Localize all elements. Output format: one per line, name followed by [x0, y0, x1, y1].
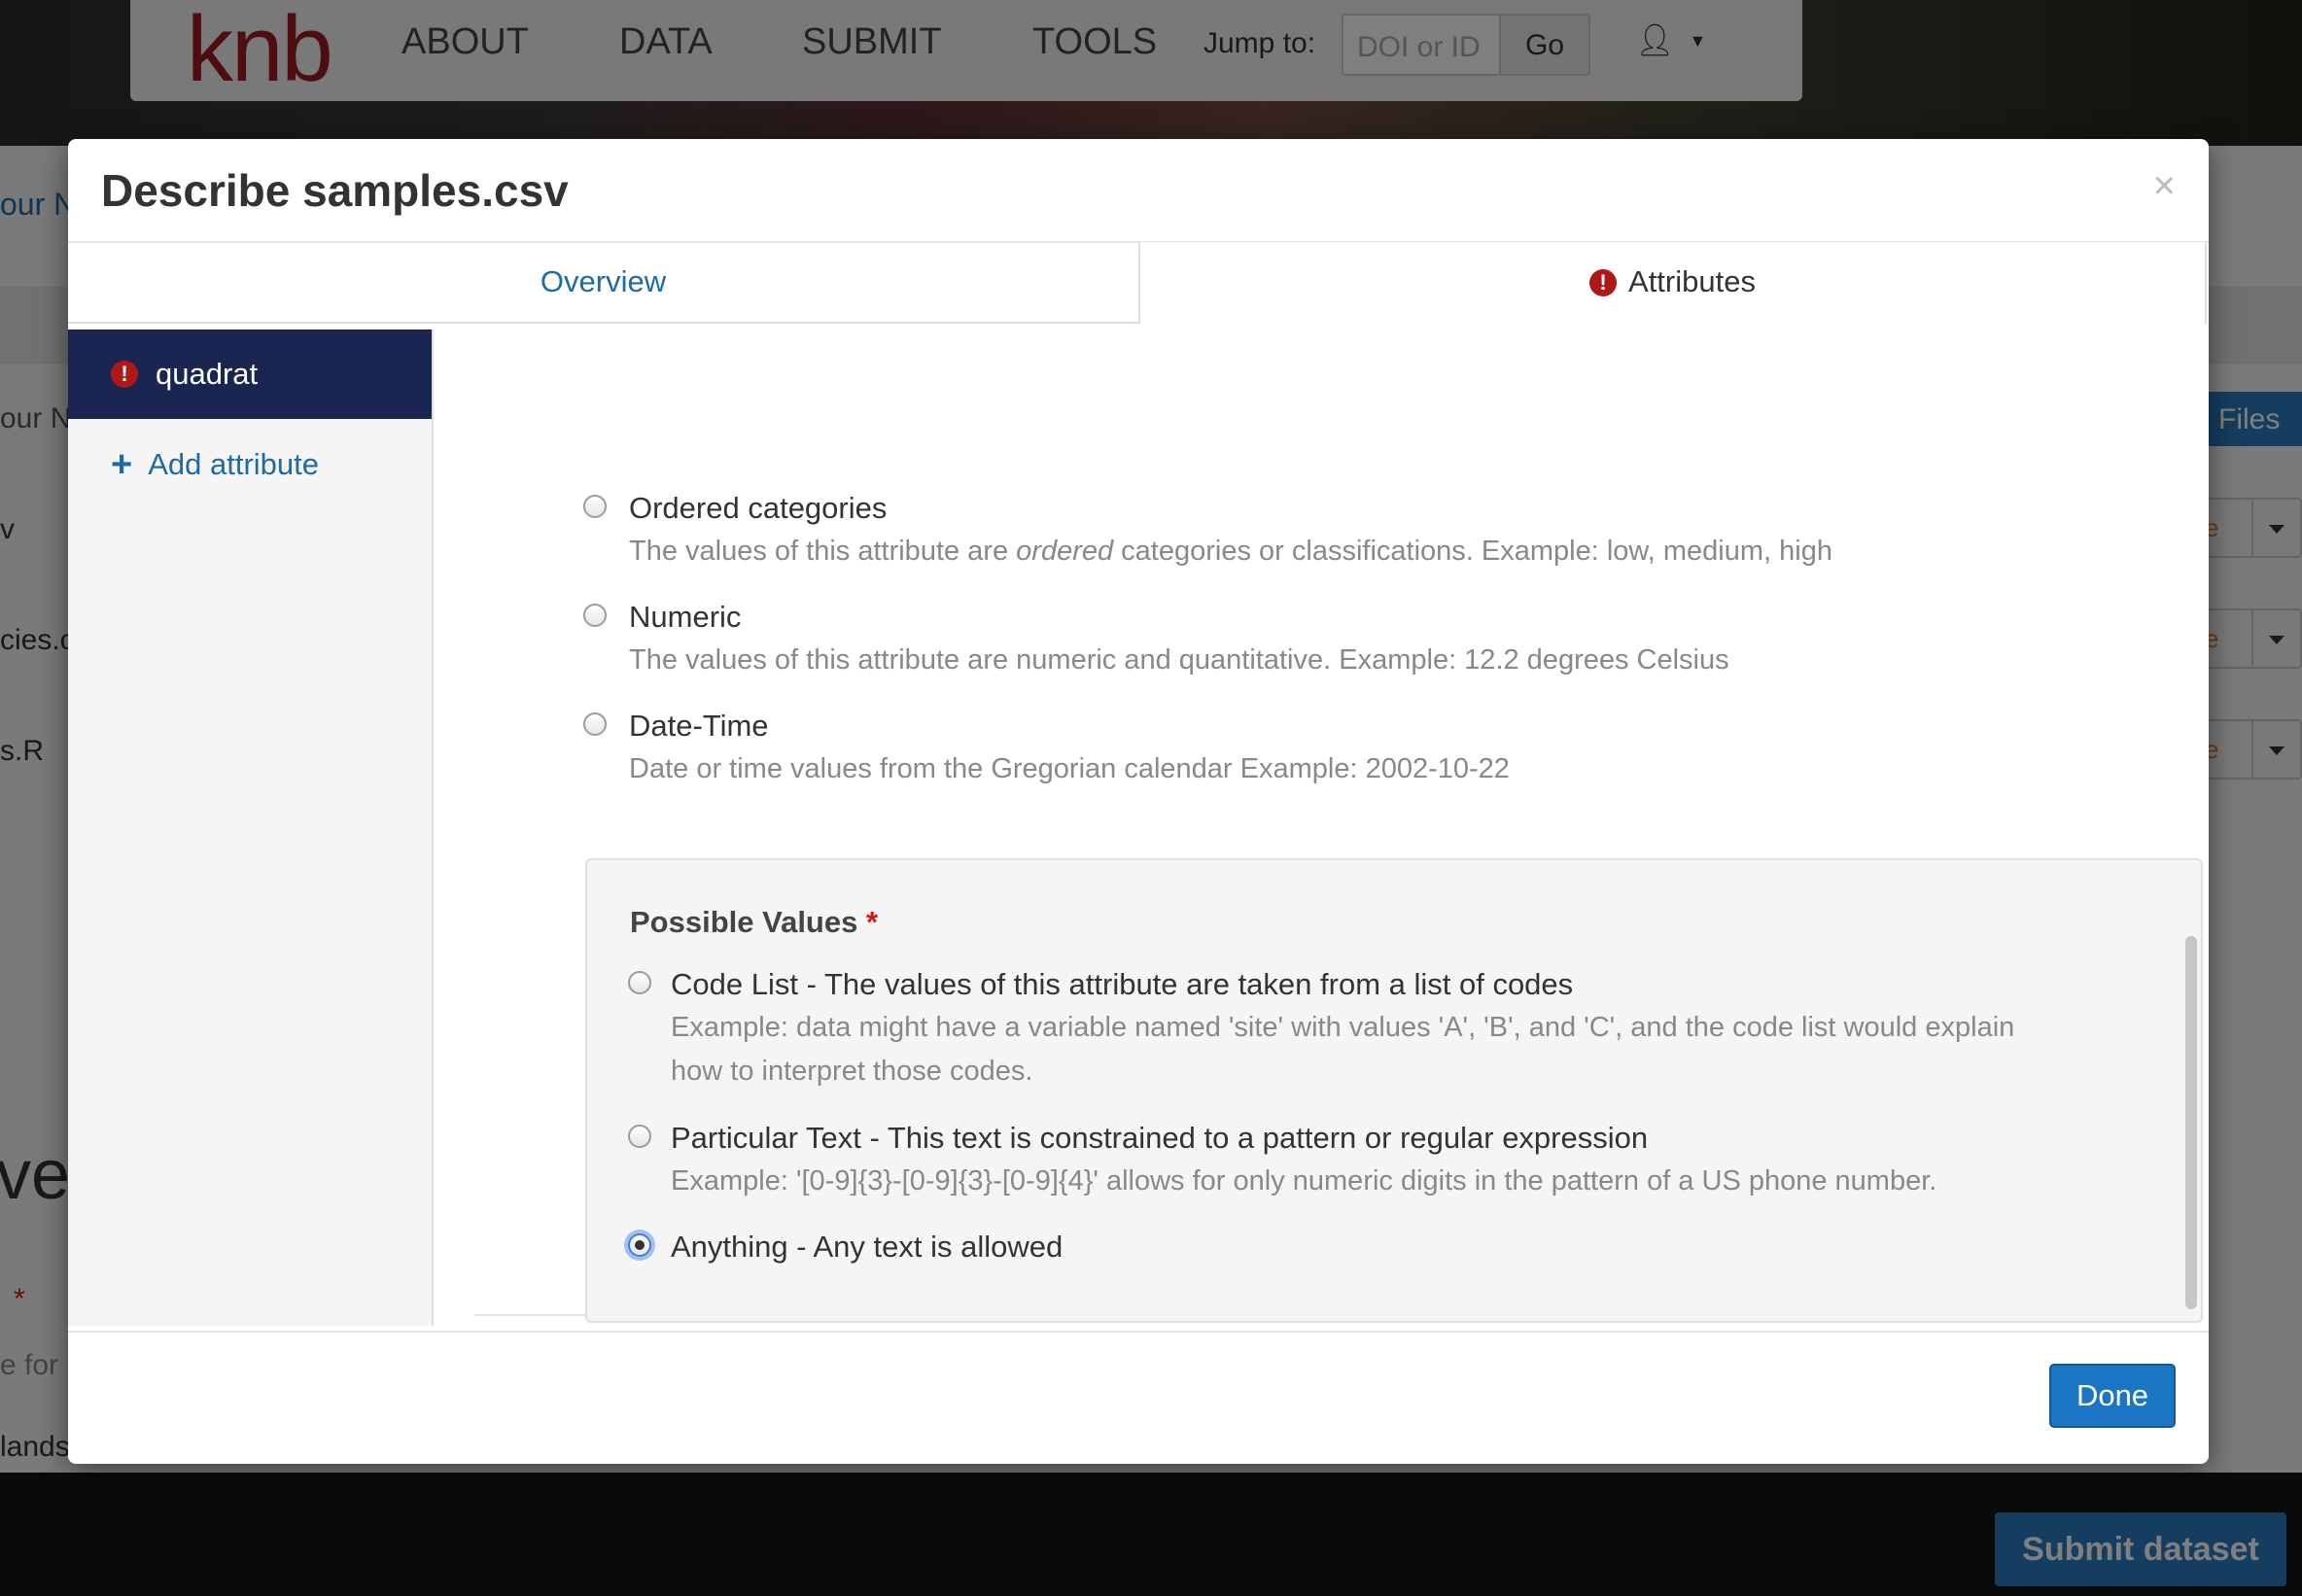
attributes-sidebar: ! quadrat + Add attribute: [68, 330, 434, 1326]
plus-icon: +: [111, 444, 133, 485]
close-icon[interactable]: ×: [2153, 164, 2176, 208]
sidebar-item-quadrat[interactable]: ! quadrat: [68, 330, 432, 419]
code-list-label[interactable]: Code List - The values of this attribute…: [671, 967, 1573, 1002]
sidebar-item-label: quadrat: [156, 357, 259, 391]
ordered-categories-label[interactable]: Ordered categories: [629, 491, 887, 526]
ordered-categories-desc: The values of this attribute are ordered…: [629, 536, 1832, 567]
numeric-label[interactable]: Numeric: [629, 600, 741, 635]
ordered-categories-radio[interactable]: [583, 495, 607, 518]
add-attribute-link[interactable]: + Add attribute: [111, 444, 319, 486]
modal-title: Describe samples.csv: [101, 165, 569, 216]
particular-text-label[interactable]: Particular Text - This text is constrain…: [671, 1121, 1648, 1156]
code-list-radio[interactable]: [628, 971, 651, 994]
tab-attributes-label: Attributes: [1628, 264, 1756, 298]
exclamation-circle-icon: !: [1589, 269, 1618, 296]
code-list-desc-line2: how to interpret those codes.: [671, 1056, 1033, 1087]
done-button[interactable]: Done: [2049, 1364, 2176, 1428]
numeric-radio[interactable]: [583, 604, 607, 627]
footer-divider: [68, 1331, 2209, 1333]
anything-radio[interactable]: [628, 1233, 651, 1257]
date-time-radio[interactable]: [583, 712, 607, 736]
exclamation-circle-icon: !: [111, 361, 138, 388]
anything-label[interactable]: Anything - Any text is allowed: [671, 1230, 1063, 1265]
tab-attributes[interactable]: ! Attributes: [1140, 242, 2207, 324]
date-time-desc: Date or time values from the Gregorian c…: [629, 753, 1510, 784]
add-attribute-label: Add attribute: [148, 447, 319, 481]
particular-text-radio[interactable]: [628, 1125, 651, 1148]
particular-text-desc: Example: '[0-9]{3}-[0-9]{3}-[0-9]{4}' al…: [671, 1165, 1937, 1197]
code-list-desc-line1: Example: data might have a variable name…: [671, 1012, 2015, 1043]
tab-overview[interactable]: Overview: [68, 242, 1140, 324]
numeric-desc: The values of this attribute are numeric…: [629, 644, 1729, 676]
possible-values-panel: Possible Values * Code List - The values…: [585, 858, 2203, 1323]
required-mark: *: [865, 905, 879, 939]
date-time-label[interactable]: Date-Time: [629, 709, 769, 744]
content-scrollbar[interactable]: [2185, 936, 2197, 1309]
possible-values-title: Possible Values *: [630, 905, 879, 939]
describe-file-modal: Describe samples.csv × Overview ! Attribu…: [68, 139, 2209, 1464]
attribute-form: Ordered categories The values of this at…: [474, 330, 2203, 1323]
